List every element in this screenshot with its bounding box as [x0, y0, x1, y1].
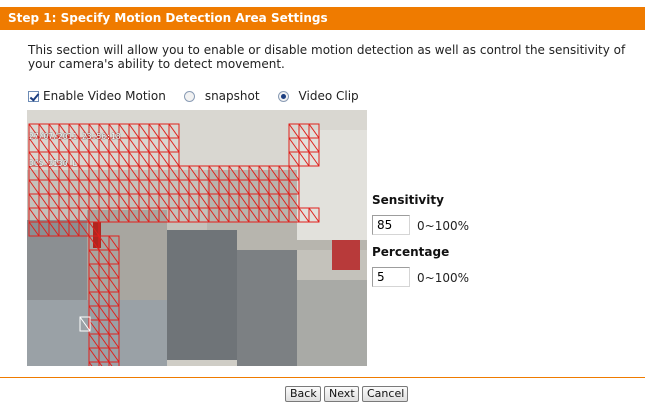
- osd-timestamp: 27/07/2011 23:56:18: [29, 132, 121, 141]
- sensitivity-input[interactable]: [372, 215, 410, 235]
- camera-osd: 27/07/2011 23:56:18 DCS-2130 L: [29, 114, 121, 186]
- snapshot-label: snapshot: [204, 89, 260, 103]
- section-description: This section will allow you to enable or…: [28, 43, 626, 71]
- motion-options: Enable Video Motion snapshot Video Clip: [28, 88, 377, 104]
- percentage-input[interactable]: [372, 267, 410, 287]
- camera-view[interactable]: 27/07/2011 23:56:18 DCS-2130 L: [27, 110, 367, 366]
- footer-divider: [0, 377, 645, 378]
- percentage-range: 0~100%: [417, 271, 469, 285]
- osd-camera-id: DCS-2130 L: [29, 159, 78, 168]
- step-title: Step 1: Specify Motion Detection Area Se…: [8, 11, 328, 25]
- sensitivity-range: 0~100%: [417, 219, 469, 233]
- enable-video-motion-checkbox[interactable]: [28, 90, 39, 102]
- percentage-label: Percentage: [372, 245, 450, 259]
- sensitivity-label: Sensitivity: [372, 193, 444, 207]
- snapshot-radio[interactable]: [183, 90, 195, 102]
- step-header: Step 1: Specify Motion Detection Area Se…: [0, 7, 645, 30]
- enable-video-motion-label: Enable Video Motion: [43, 89, 166, 103]
- video-clip-radio[interactable]: [277, 90, 289, 102]
- video-clip-label: Video Clip: [298, 89, 359, 103]
